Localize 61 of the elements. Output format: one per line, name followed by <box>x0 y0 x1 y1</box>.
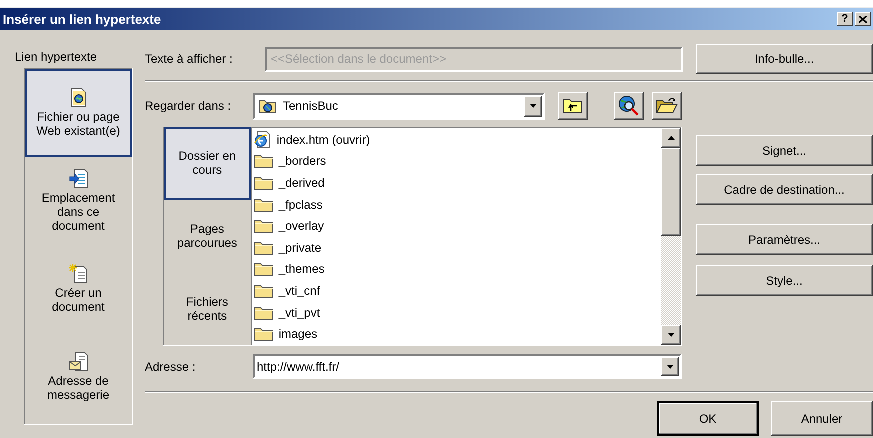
look-in-dropdown[interactable]: TennisBuc <box>253 92 545 120</box>
scroll-thumb[interactable] <box>661 148 681 236</box>
scroll-up-icon[interactable] <box>661 128 681 148</box>
web-page-icon <box>254 130 272 149</box>
side-button[interactable]: Paramètres... <box>696 224 873 255</box>
folder-name[interactable]: _borders <box>278 154 326 168</box>
folder-name[interactable]: _vti_cnf <box>278 284 320 298</box>
link-to-label: Lien hypertexte <box>15 50 98 64</box>
folder-icon <box>254 196 274 213</box>
folder-icon <box>254 218 274 234</box>
mail-document-icon <box>68 352 88 372</box>
folder-name[interactable]: images <box>278 327 318 342</box>
window-title: Insérer un lien hypertexte <box>3 12 162 26</box>
web-search-button[interactable] <box>614 92 644 120</box>
open-folder-button[interactable] <box>652 92 682 120</box>
scroll-down-icon[interactable] <box>661 325 681 345</box>
folder-name[interactable]: _vti_pvt <box>278 306 320 320</box>
new-document-icon <box>68 264 88 284</box>
folder-name[interactable]: _private <box>278 240 322 255</box>
globe-magnifier-icon <box>618 95 640 117</box>
tooltip-button[interactable]: Info-bulle... <box>696 44 873 74</box>
web-folder-icon <box>259 98 277 114</box>
address-value: http://www.fft.fr/ <box>257 360 340 374</box>
folder-up-arrow-icon <box>563 98 583 114</box>
help-button[interactable]: ? <box>837 12 853 26</box>
side-button[interactable]: Cadre de destination... <box>696 174 873 205</box>
dialog-button[interactable]: OK <box>657 401 759 436</box>
folder-icon <box>254 304 274 321</box>
open-folder-icon <box>656 97 678 115</box>
side-button[interactable]: Style... <box>696 265 873 296</box>
look-in-label: Regarder dans : <box>145 99 232 113</box>
address-field[interactable]: http://www.fft.fr/ <box>253 354 682 379</box>
up-folder-button[interactable] <box>558 92 588 120</box>
folder-icon <box>254 261 274 278</box>
link-type-item[interactable]: Emplacement dans ce document <box>25 157 132 245</box>
folder-icon <box>254 153 274 170</box>
folder-name[interactable]: _fpclass <box>278 198 323 212</box>
close-icon <box>859 16 867 22</box>
address-label: Adresse : <box>145 360 197 374</box>
document-arrow-icon <box>68 169 88 189</box>
folder-icon <box>254 240 274 256</box>
folder-icon <box>254 282 274 299</box>
folder-name[interactable]: _overlay <box>278 219 324 234</box>
link-type-item[interactable]: Créer un document <box>25 245 132 333</box>
look-in-value: TennisBuc <box>283 99 338 113</box>
folder-name[interactable]: _derived <box>278 176 325 190</box>
folder-name[interactable]: _themes <box>278 262 325 276</box>
folder-icon <box>254 326 274 342</box>
web-page-icon <box>70 88 88 108</box>
source-tab[interactable]: Fichiers récents <box>164 272 251 346</box>
folder-icon <box>254 174 274 191</box>
link-type-item[interactable]: Adresse de messagerie <box>25 333 132 421</box>
dialog-button[interactable]: Annuler <box>771 401 873 436</box>
link-type-item[interactable]: Fichier ou page Web existant(e) <box>25 69 132 157</box>
close-button[interactable] <box>855 12 871 26</box>
vertical-scrollbar[interactable] <box>661 128 681 345</box>
source-tab[interactable]: Dossier en cours <box>164 127 251 200</box>
source-tab[interactable]: Pages parcourues <box>164 200 251 272</box>
side-button[interactable]: Signet... <box>696 135 873 166</box>
file-name[interactable]: index.htm (ouvrir) <box>276 132 370 147</box>
display-text-label: Texte à afficher : <box>145 52 234 66</box>
